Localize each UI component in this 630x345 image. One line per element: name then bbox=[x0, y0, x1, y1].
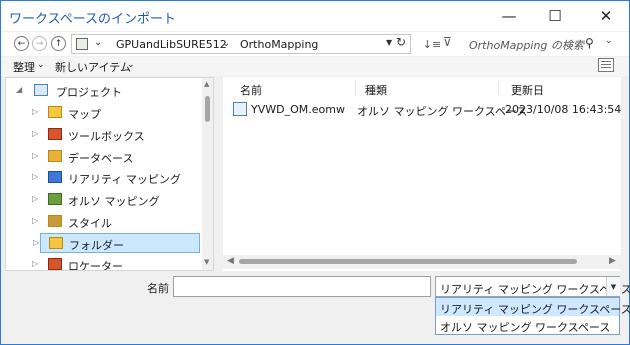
tree-item-map[interactable]: ▷ マップ bbox=[6, 103, 199, 123]
collapse-icon[interactable]: ◢ bbox=[16, 85, 22, 94]
database-icon bbox=[48, 150, 62, 162]
file-modified: 2023/10/08 16:43:54 bbox=[505, 103, 622, 116]
tree-item-folder[interactable]: ▷ フォルダー bbox=[33, 233, 200, 253]
tree-item-label: マップ bbox=[68, 108, 101, 121]
type-dropdown-list: リアリティ マッピング ワークスペース オルソ マッピング ワークスペース bbox=[435, 297, 630, 335]
tree-item-ortho-mapping[interactable]: ▷ オルソ マッピング bbox=[6, 190, 199, 210]
file-type: オルソ マッピング ワークスペース bbox=[357, 105, 528, 118]
locator-icon bbox=[48, 258, 62, 270]
expand-icon[interactable]: ▷ bbox=[32, 107, 38, 116]
scroll-down-icon[interactable]: ▼ bbox=[204, 258, 209, 266]
sort-icon: ↓≡ bbox=[422, 37, 442, 51]
folder-icon bbox=[49, 237, 63, 249]
expand-icon[interactable]: ▷ bbox=[33, 238, 39, 247]
chevron-down-icon[interactable]: ▼ bbox=[606, 277, 620, 296]
minimize-button[interactable]: — bbox=[486, 1, 532, 31]
tree-item-style[interactable]: ▷ スタイル bbox=[6, 212, 199, 232]
file-row[interactable]: YVWD_OM.eomw オルソ マッピング ワークスペース 2023/10/0… bbox=[229, 101, 622, 119]
search-placeholder: OrthoMapping の検索 bbox=[469, 39, 584, 52]
name-field[interactable] bbox=[173, 276, 431, 297]
tree-vertical-scrollbar[interactable]: ▲ ▼ bbox=[202, 78, 213, 270]
view-options-icon[interactable] bbox=[598, 58, 614, 72]
column-divider[interactable] bbox=[498, 81, 499, 95]
expand-icon[interactable]: ▷ bbox=[32, 194, 38, 203]
expand-icon[interactable]: ▷ bbox=[32, 151, 38, 160]
breadcrumb-orthomapping[interactable]: OrthoMapping bbox=[240, 38, 318, 51]
scroll-thumb[interactable] bbox=[239, 259, 577, 264]
window-title: ワークスペースのインポート bbox=[9, 12, 177, 27]
new-item-chevron-icon[interactable]: ⌄ bbox=[127, 60, 135, 70]
tree-item-toolbox[interactable]: ▷ ツールボックス bbox=[6, 125, 199, 145]
tree-item-reality-mapping[interactable]: ▷ リアリティ マッピング bbox=[6, 168, 199, 188]
type-option-label: オルソ マッピング ワークスペース bbox=[440, 321, 611, 334]
column-header-name[interactable]: 名前 bbox=[240, 82, 262, 98]
location-icon bbox=[76, 38, 88, 50]
tree-item-label: ロケーター bbox=[68, 260, 123, 271]
search-icon[interactable]: ⚲ bbox=[585, 36, 594, 50]
history-dropdown-icon[interactable]: ▼ bbox=[386, 38, 392, 47]
file-name: YVWD_OM.eomw bbox=[251, 103, 345, 116]
import-workspace-dialog: ワークスペースのインポート — ☐ ✕ ← → ↑ ⌄ GPUandLibSUR… bbox=[0, 0, 630, 345]
column-header-modified[interactable]: 更新日 bbox=[511, 82, 544, 98]
map-icon bbox=[48, 106, 62, 118]
name-label: 名前 bbox=[147, 282, 169, 295]
title-bar: ワークスペースのインポート — ☐ ✕ bbox=[1, 1, 629, 31]
tree-item-label: プロジェクト bbox=[56, 86, 122, 99]
expand-icon[interactable]: ▷ bbox=[32, 172, 38, 181]
type-option-label: リアリティ マッピング ワークスペース bbox=[440, 303, 630, 316]
workspace-file-icon bbox=[233, 102, 247, 116]
column-divider[interactable] bbox=[355, 81, 356, 95]
tree-item-project[interactable]: ◢ プロジェクト bbox=[6, 81, 199, 101]
type-select-value: リアリティ マッピング ワークスペース bbox=[440, 283, 630, 296]
reality-mapping-icon bbox=[48, 171, 62, 183]
style-icon bbox=[48, 215, 62, 227]
expand-icon[interactable]: ▷ bbox=[32, 216, 38, 225]
command-bar: 整理 ⌄ 新しいアイテム ⌄ bbox=[1, 57, 629, 76]
organize-menu[interactable]: 整理 bbox=[13, 59, 35, 75]
address-row: ← → ↑ ⌄ GPUandLibSURE512 ⌄ OrthoMapping … bbox=[1, 32, 629, 56]
forward-icon[interactable]: → bbox=[32, 36, 47, 51]
organize-chevron-icon[interactable]: ⌄ bbox=[37, 60, 45, 70]
file-horizontal-scrollbar[interactable]: ◀ ▶ bbox=[223, 255, 621, 269]
close-button[interactable]: ✕ bbox=[583, 1, 629, 31]
search-box[interactable]: OrthoMapping の検索 ⚲ ⌄ bbox=[461, 34, 623, 54]
filter-icon[interactable]: ⊽ bbox=[443, 35, 452, 49]
scroll-left-icon[interactable]: ◀ bbox=[227, 256, 234, 266]
new-item-menu[interactable]: 新しいアイテム bbox=[55, 59, 131, 75]
up-icon[interactable]: ↑ bbox=[51, 36, 66, 51]
tree-item-label: スタイル bbox=[68, 217, 112, 230]
file-list: 名前 種類 更新日 YVWD_OM.eomw オルソ マッピング ワークスペース… bbox=[223, 77, 621, 271]
scroll-right-icon[interactable]: ▶ bbox=[609, 256, 616, 266]
tree-item-label: リアリティ マッピング bbox=[68, 173, 181, 186]
chevron-down-icon[interactable]: ⌄ bbox=[94, 37, 102, 48]
expand-icon[interactable]: ▷ bbox=[32, 259, 38, 268]
search-dropdown-icon[interactable]: ⌄ bbox=[605, 36, 613, 46]
navigation-tree: ◢ プロジェクト ▷ マップ ▷ ツールボックス ▷ データベース ▷ リアリテ… bbox=[5, 77, 214, 271]
type-option-reality-mapping[interactable]: リアリティ マッピング ワークスペース bbox=[436, 298, 630, 316]
breadcrumb-separator-icon[interactable]: ⌄ bbox=[222, 38, 230, 49]
maximize-button[interactable]: ☐ bbox=[532, 1, 578, 31]
refresh-icon[interactable]: ↻ bbox=[396, 35, 406, 49]
back-icon[interactable]: ← bbox=[14, 36, 29, 51]
project-icon bbox=[34, 84, 48, 96]
address-bar[interactable]: ⌄ GPUandLibSURE512 ⌄ OrthoMapping ▼ bbox=[71, 34, 411, 54]
ortho-mapping-icon bbox=[48, 193, 62, 205]
column-header-type[interactable]: 種類 bbox=[365, 82, 387, 98]
type-select[interactable]: リアリティ マッピング ワークスペース ▼ bbox=[435, 276, 630, 297]
toolbox-icon bbox=[48, 128, 62, 140]
tree-item-label: フォルダー bbox=[69, 239, 124, 252]
type-option-ortho-mapping[interactable]: オルソ マッピング ワークスペース bbox=[436, 316, 619, 334]
scroll-up-icon[interactable]: ▲ bbox=[204, 80, 209, 88]
tree-item-locator[interactable]: ▷ ロケーター bbox=[6, 255, 199, 271]
tree-item-label: ツールボックス bbox=[68, 130, 145, 143]
tree-item-database[interactable]: ▷ データベース bbox=[6, 147, 199, 167]
tree-item-label: データベース bbox=[68, 152, 134, 165]
breadcrumb-gpuandlibsure512[interactable]: GPUandLibSURE512 bbox=[116, 38, 227, 51]
tree-item-label: オルソ マッピング bbox=[68, 195, 160, 208]
scroll-thumb[interactable] bbox=[205, 96, 210, 122]
expand-icon[interactable]: ▷ bbox=[32, 129, 38, 138]
